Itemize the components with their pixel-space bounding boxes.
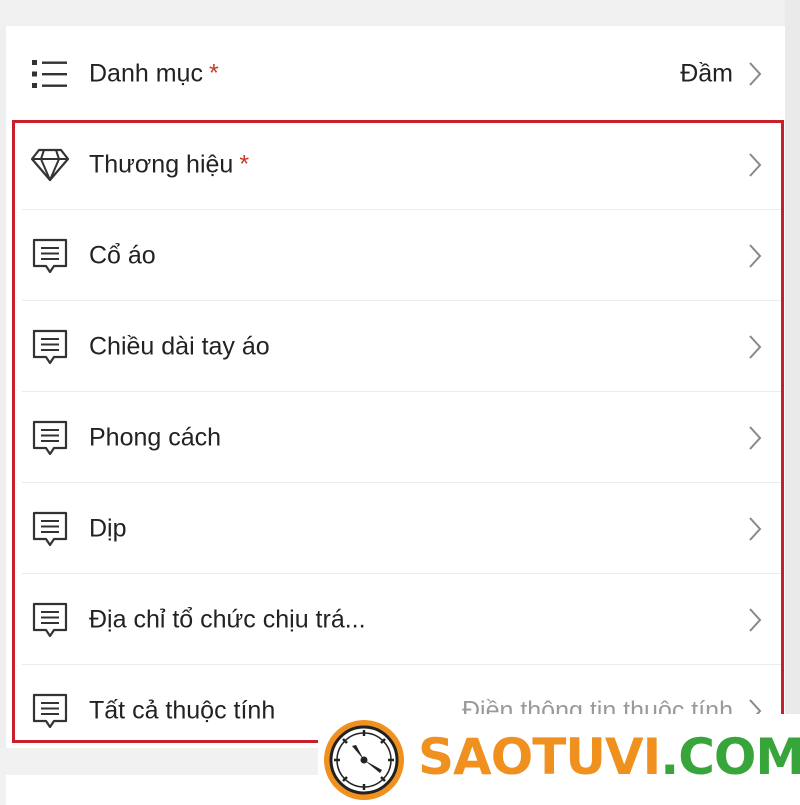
row-label: Chiều dài tay áo: [89, 332, 270, 360]
row-label: Tất cả thuộc tính: [89, 696, 276, 724]
row-label: Phong cách: [89, 423, 222, 451]
category-value: Đầm: [680, 59, 733, 87]
chevron-right-icon: [749, 243, 762, 268]
right-edge-background: [785, 0, 800, 805]
chevron-right-icon: [749, 607, 762, 632]
list-icon: [30, 54, 70, 94]
row-label: Địa chỉ tổ chức chịu trá...: [89, 605, 366, 633]
row-sleeve-length[interactable]: Chiều dài tay áo: [6, 301, 785, 392]
row-occasion[interactable]: Dịp: [6, 483, 785, 574]
row-style[interactable]: Phong cách: [6, 392, 785, 483]
message-icon: [30, 691, 70, 731]
row-collar[interactable]: Cổ áo: [6, 210, 785, 301]
row-brand[interactable]: Thương hiệu *: [6, 119, 785, 210]
chevron-right-icon: [749, 425, 762, 450]
row-label: Thương hiệu *: [89, 150, 250, 178]
category-label: Danh mục *: [89, 59, 219, 87]
brand-text: SAOTUVI.COM: [418, 728, 800, 786]
chevron-right-icon: [749, 516, 762, 541]
message-icon: [30, 418, 70, 458]
diamond-icon: [30, 145, 70, 185]
row-label: Dịp: [89, 514, 127, 542]
row-label: Cổ áo: [89, 241, 156, 269]
message-icon: [30, 327, 70, 367]
message-icon: [30, 509, 70, 549]
category-row[interactable]: Danh mục * Đầm: [6, 28, 785, 119]
message-icon: [30, 236, 70, 276]
top-background: [0, 0, 800, 26]
watermark: SAOTUVI.COM: [318, 714, 800, 805]
chevron-right-icon: [749, 61, 762, 86]
clock-logo: [324, 720, 404, 800]
chevron-right-icon: [749, 152, 762, 177]
required-mark: *: [208, 59, 219, 87]
chevron-right-icon: [749, 334, 762, 359]
required-mark: *: [239, 150, 250, 178]
message-icon: [30, 600, 70, 640]
row-organization-address[interactable]: Địa chỉ tổ chức chịu trá...: [6, 574, 785, 665]
